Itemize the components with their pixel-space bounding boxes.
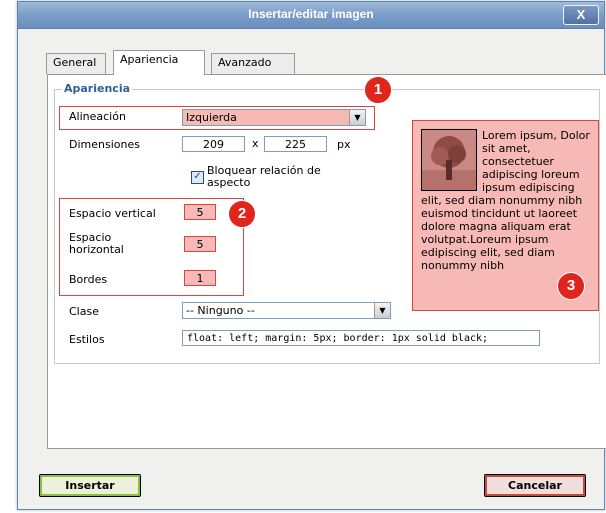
hspace-label: Espacio horizontal: [69, 231, 124, 256]
vspace-label: Espacio vertical: [69, 207, 156, 220]
class-label: Clase: [69, 305, 99, 318]
tab-avanzado[interactable]: Avanzado: [211, 53, 295, 74]
alignment-label: Alineación: [69, 110, 126, 123]
style-label: Estilos: [69, 333, 105, 346]
tab-apariencia[interactable]: Apariencia: [113, 50, 205, 75]
dimensions-label: Dimensiones: [69, 138, 140, 151]
lock-aspect-checkbox[interactable]: ✓: [191, 171, 204, 184]
cancel-button[interactable]: Cancelar: [484, 474, 586, 497]
class-select[interactable]: -- Ninguno -- ▼: [182, 302, 391, 319]
times-sign: x: [252, 137, 259, 150]
unit-label: px: [337, 138, 351, 151]
border-label: Bordes: [69, 273, 108, 286]
alignment-select[interactable]: Izquierda ▼: [182, 109, 366, 126]
tree-image-icon: [421, 129, 477, 191]
width-input[interactable]: 209: [182, 136, 245, 152]
dialog-title: Insertar/editar imagen: [248, 7, 374, 21]
tab-general[interactable]: General: [46, 53, 106, 74]
class-value: -- Ninguno --: [186, 304, 255, 317]
callout-badge-1: 1: [364, 76, 392, 104]
image-dialog: Insertar/editar imagen X General Aparien…: [17, 1, 606, 510]
lock-aspect-label: Bloquear relación de aspecto: [207, 164, 321, 189]
height-input[interactable]: 225: [264, 136, 327, 152]
appearance-fieldset: Apariencia Alineación Izquierda ▼ Dimens…: [54, 82, 600, 364]
tab-panel-apariencia: Apariencia Alineación Izquierda ▼ Dimens…: [47, 74, 606, 449]
hspace-input[interactable]: 5: [184, 236, 216, 252]
title-bar: Insertar/editar imagen X: [18, 2, 604, 29]
close-button[interactable]: X: [563, 5, 599, 25]
style-input[interactable]: float: left; margin: 5px; border: 1px so…: [182, 330, 540, 346]
callout-badge-3: 3: [557, 272, 585, 300]
fieldset-legend: Apariencia: [62, 82, 133, 95]
vspace-input[interactable]: 5: [184, 204, 216, 220]
preview-content: Lorem ipsum, Dolor sit amet, consectetue…: [421, 129, 594, 272]
chevron-down-icon[interactable]: ▼: [349, 110, 365, 125]
chevron-down-icon[interactable]: ▼: [374, 303, 390, 318]
border-input[interactable]: 1: [184, 270, 216, 286]
insert-button[interactable]: Insertar: [39, 474, 141, 497]
callout-badge-2: 2: [228, 200, 256, 228]
alignment-value: Izquierda: [186, 111, 237, 124]
